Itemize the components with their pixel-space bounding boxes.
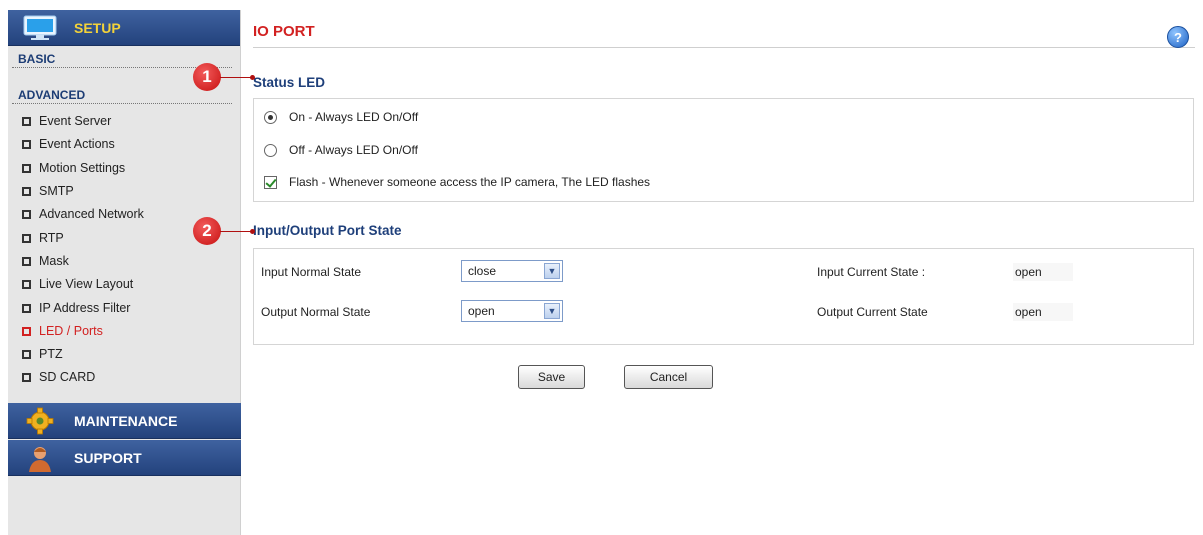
nav-maintenance-label: MAINTENANCE bbox=[74, 412, 178, 429]
bullet-icon bbox=[22, 233, 31, 243]
sidebar-item-live-view-layout[interactable]: Live View Layout bbox=[22, 273, 240, 296]
output-normal-select[interactable]: open ▼ bbox=[461, 300, 563, 322]
support-person-icon bbox=[18, 444, 62, 472]
sidebar-item-ip-address-filter[interactable]: IP Address Filter bbox=[22, 296, 240, 319]
io-state-heading: Input/Output Port State bbox=[253, 223, 402, 238]
callout-1-dot bbox=[250, 75, 255, 80]
radio-off[interactable] bbox=[264, 143, 277, 157]
nav-support-label: SUPPORT bbox=[74, 449, 142, 466]
radio-on[interactable] bbox=[264, 110, 277, 124]
title-bar: IO PORT ? bbox=[253, 10, 1195, 48]
bullet-icon bbox=[22, 187, 31, 197]
sidebar-item-led-ports[interactable]: LED / Ports bbox=[22, 320, 240, 343]
status-led-panel: On - Always LED On/Off Off - Always LED … bbox=[253, 98, 1194, 202]
bullet-icon bbox=[22, 280, 31, 290]
io-state-panel: Input Normal State close ▼ Input Current… bbox=[253, 248, 1194, 345]
bullet-icon bbox=[22, 373, 31, 383]
output-current-value: open bbox=[1013, 303, 1073, 321]
gear-icon bbox=[18, 407, 62, 435]
bullet-icon bbox=[22, 210, 31, 220]
output-normal-label: Output Normal State bbox=[261, 305, 371, 319]
callout-1: 1 bbox=[193, 63, 221, 91]
sidebar-item-event-server[interactable]: Event Server bbox=[22, 110, 240, 133]
led-option-on[interactable]: On - Always LED On/Off bbox=[264, 110, 418, 124]
callout-1-line bbox=[220, 77, 253, 78]
status-led-heading: Status LED bbox=[253, 75, 326, 90]
sidebar-item-mask[interactable]: Mask bbox=[22, 250, 240, 273]
help-icon[interactable]: ? bbox=[1167, 26, 1189, 48]
sidebar-item-ptz[interactable]: PTZ bbox=[22, 343, 240, 366]
cancel-button[interactable]: Cancel bbox=[624, 365, 713, 389]
led-option-off[interactable]: Off - Always LED On/Off bbox=[264, 143, 418, 157]
bullet-icon bbox=[22, 326, 31, 336]
input-current-label: Input Current State : bbox=[817, 265, 926, 279]
sidebar-item-sd-card[interactable]: SD CARD bbox=[22, 366, 240, 389]
main-content: IO PORT ? Status LED On - Always LED On/… bbox=[253, 10, 1195, 530]
nav-setup[interactable]: SETUP bbox=[8, 10, 240, 46]
bullet-icon bbox=[22, 350, 31, 360]
nav-support[interactable]: SUPPORT bbox=[8, 440, 241, 476]
bullet-icon bbox=[22, 256, 31, 266]
bullet-icon bbox=[22, 117, 31, 127]
input-normal-label: Input Normal State bbox=[261, 265, 362, 279]
input-normal-select[interactable]: close ▼ bbox=[461, 260, 563, 282]
nav-setup-label: SETUP bbox=[74, 19, 121, 36]
chevron-down-icon: ▼ bbox=[544, 303, 560, 319]
save-button[interactable]: Save bbox=[518, 365, 585, 389]
advanced-menu: Event Server Event Actions Motion Settin… bbox=[8, 104, 240, 390]
page-title: IO PORT bbox=[253, 23, 315, 40]
output-current-label: Output Current State bbox=[817, 305, 928, 319]
sidebar-item-motion-settings[interactable]: Motion Settings bbox=[22, 157, 240, 180]
led-option-flash[interactable]: Flash - Whenever someone access the IP c… bbox=[264, 175, 650, 189]
monitor-icon bbox=[18, 14, 62, 42]
sidebar-item-smtp[interactable]: SMTP bbox=[22, 180, 240, 203]
bullet-icon bbox=[22, 303, 31, 313]
bullet-icon bbox=[22, 140, 31, 150]
callout-2-dot bbox=[250, 229, 255, 234]
callout-2: 2 bbox=[193, 217, 221, 245]
chevron-down-icon: ▼ bbox=[544, 263, 560, 279]
sidebar-item-event-actions[interactable]: Event Actions bbox=[22, 133, 240, 156]
nav-maintenance[interactable]: MAINTENANCE bbox=[8, 403, 241, 439]
callout-2-line bbox=[220, 231, 253, 232]
checkbox-flash[interactable] bbox=[264, 175, 277, 189]
input-current-value: open bbox=[1013, 263, 1073, 281]
bullet-icon bbox=[22, 163, 31, 173]
